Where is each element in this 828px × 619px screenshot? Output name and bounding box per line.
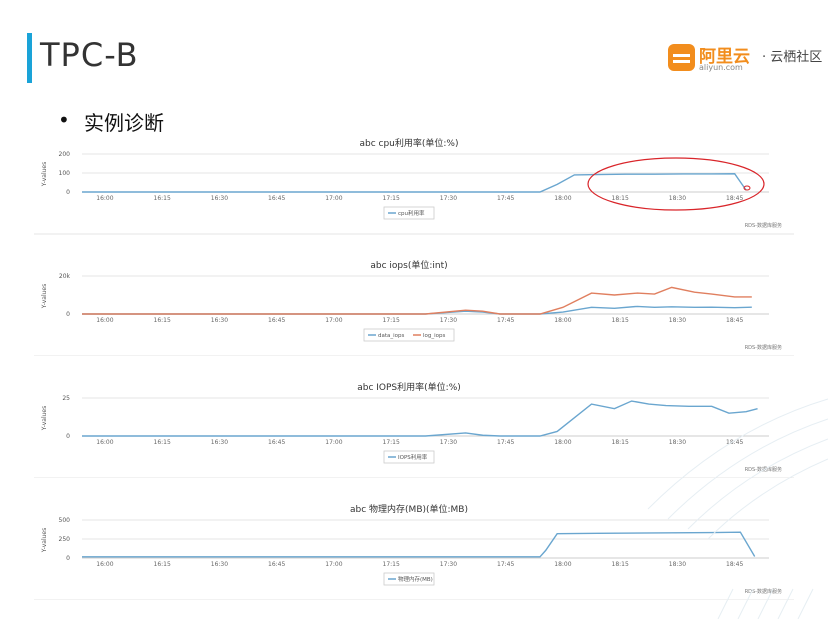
chart-title: abc 物理内存(MB)(单位:MB) bbox=[350, 503, 468, 515]
y-tick-label: 0 bbox=[66, 189, 70, 196]
y-tick-label: 200 bbox=[59, 151, 71, 158]
x-tick-label: 17:15 bbox=[383, 561, 400, 568]
x-tick-label: 17:00 bbox=[325, 195, 342, 202]
legend-label: log_iops bbox=[423, 333, 446, 339]
x-tick-label: 17:30 bbox=[440, 317, 457, 324]
x-tick-label: 17:30 bbox=[440, 439, 457, 446]
y-tick-label: 500 bbox=[59, 517, 71, 524]
x-tick-label: 16:15 bbox=[154, 195, 171, 202]
series-line-1 bbox=[82, 286, 752, 315]
x-tick-label: 17:45 bbox=[497, 561, 514, 568]
x-tick-label: 16:45 bbox=[268, 317, 285, 324]
x-tick-label: 16:00 bbox=[96, 561, 113, 568]
y-axis-label: Y-values bbox=[41, 162, 48, 187]
chart-title: abc IOPS利用率(单位:%) bbox=[357, 381, 461, 393]
legend-label: data_iops bbox=[378, 333, 405, 339]
x-tick-label: 17:00 bbox=[325, 317, 342, 324]
chart-credit: RDS-数据库服务 bbox=[745, 222, 782, 229]
x-tick-label: 16:00 bbox=[96, 439, 113, 446]
x-tick-label: 18:15 bbox=[612, 317, 629, 324]
legend-label: 物理内存(MB) bbox=[398, 575, 433, 583]
logo-community-text: · 云栖社区 bbox=[762, 50, 823, 65]
y-axis-label: Y-values bbox=[41, 284, 48, 309]
x-tick-label: 18:00 bbox=[554, 195, 571, 202]
x-tick-label: 16:15 bbox=[154, 439, 171, 446]
x-tick-label: 16:45 bbox=[268, 195, 285, 202]
x-tick-label: 16:00 bbox=[96, 195, 113, 202]
y-tick-label: 20k bbox=[59, 273, 71, 280]
x-tick-label: 16:15 bbox=[154, 561, 171, 568]
aliyun-logo-icon bbox=[668, 44, 695, 71]
x-tick-label: 16:45 bbox=[268, 439, 285, 446]
legend-label: cpu利用率 bbox=[398, 209, 425, 217]
title-accent-bar bbox=[27, 33, 32, 83]
x-tick-label: 17:30 bbox=[440, 561, 457, 568]
x-tick-label: 17:15 bbox=[383, 195, 400, 202]
y-tick-label: 0 bbox=[66, 555, 70, 562]
x-tick-label: 17:45 bbox=[497, 195, 514, 202]
y-axis-label: Y-values bbox=[41, 528, 48, 553]
x-tick-label: 16:00 bbox=[96, 317, 113, 324]
chart-credit: RDS-数据库服务 bbox=[745, 344, 782, 351]
x-tick-label: 17:30 bbox=[440, 195, 457, 202]
x-tick-label: 17:45 bbox=[497, 317, 514, 324]
x-tick-label: 18:45 bbox=[726, 317, 743, 324]
y-tick-label: 100 bbox=[59, 170, 71, 177]
series-line-0 bbox=[82, 305, 752, 315]
x-tick-label: 18:15 bbox=[612, 195, 629, 202]
x-tick-label: 16:30 bbox=[211, 561, 228, 568]
x-tick-label: 18:30 bbox=[669, 195, 686, 202]
y-axis-label: Y-values bbox=[41, 406, 48, 431]
x-tick-label: 18:30 bbox=[669, 317, 686, 324]
bullet-dot-icon: • bbox=[58, 108, 70, 132]
background-decoration bbox=[647, 398, 828, 619]
x-tick-label: 17:15 bbox=[383, 317, 400, 324]
y-tick-label: 250 bbox=[59, 536, 71, 543]
logo-sub-text: aliyun.com bbox=[699, 63, 743, 72]
bullet-text: 实例诊断 bbox=[84, 111, 164, 135]
x-tick-label: 17:00 bbox=[325, 561, 342, 568]
x-tick-label: 18:00 bbox=[554, 317, 571, 324]
x-tick-label: 16:30 bbox=[211, 317, 228, 324]
legend-label: IOPS利用率 bbox=[398, 453, 428, 461]
chart-cpu: abc cpu利用率(单位:%) Y-values 0 100 200 16:00 16:1… bbox=[34, 137, 794, 235]
x-tick-label: 16:30 bbox=[211, 195, 228, 202]
chart-title: abc iops(单位:int) bbox=[370, 259, 447, 271]
slide-title: TPC-B bbox=[40, 36, 139, 74]
x-tick-label: 17:15 bbox=[383, 439, 400, 446]
x-tick-label: 16:15 bbox=[154, 317, 171, 324]
chart-title: abc cpu利用率(单位:%) bbox=[359, 137, 458, 149]
x-tick-label: 17:00 bbox=[325, 439, 342, 446]
y-tick-label: 0 bbox=[66, 433, 70, 440]
y-tick-label: 0 bbox=[66, 311, 70, 318]
chart-iops: abc iops(单位:int) Y-values 0 20k 16:00 16:15 16… bbox=[34, 259, 794, 356]
x-tick-label: 17:45 bbox=[497, 439, 514, 446]
y-tick-label: 25 bbox=[62, 395, 70, 402]
series-line-0 bbox=[82, 173, 747, 193]
x-tick-label: 16:45 bbox=[268, 561, 285, 568]
x-tick-label: 16:30 bbox=[211, 439, 228, 446]
aliyun-logo: 阿里云 aliyun.com · 云栖社区 bbox=[668, 42, 828, 76]
highlight-ellipse bbox=[587, 157, 765, 211]
